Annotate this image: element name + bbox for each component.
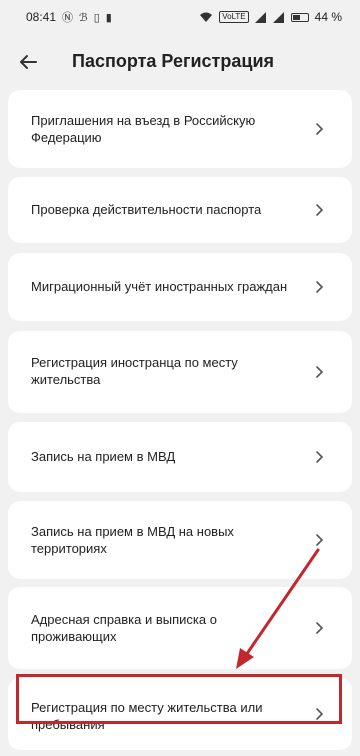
wifi-icon	[200, 12, 213, 22]
menu-item-label: Проверка действительности паспорта	[31, 202, 262, 217]
app-header: Паспорта Регистрация	[0, 34, 360, 90]
status-time: 08:41	[26, 10, 57, 24]
chevron-right-icon	[316, 281, 324, 293]
vibrate-icon: ▯	[93, 11, 100, 24]
chevron-right-icon	[316, 622, 324, 634]
menu-item-label: Запись на прием в МВД на новых территори…	[31, 524, 234, 556]
menu-item-migration-registration[interactable]: Миграционный учёт иностранных граждан	[8, 253, 352, 321]
battery-icon	[290, 12, 309, 22]
chevron-right-icon	[316, 366, 324, 378]
chevron-right-icon	[316, 123, 324, 135]
battery-percent: 44 %	[314, 10, 342, 24]
status-bar: 08:41 Ⓝ ℬ ▯ ▮ VoLTE 44 %	[0, 0, 360, 34]
chevron-right-icon	[316, 708, 324, 720]
menu-item-label: Запись на прием в МВД	[31, 449, 176, 464]
card-icon: ▮	[105, 11, 112, 24]
menu-item-label: Миграционный учёт иностранных граждан	[31, 279, 288, 294]
menu-item-mvd-appointment[interactable]: Запись на прием в МВД	[8, 422, 352, 492]
volte-badge: VoLTE	[219, 11, 249, 23]
menu-item-address-certificate[interactable]: Адресная справка и выписка о проживающих	[8, 587, 352, 669]
n-icon: Ⓝ	[62, 12, 74, 24]
page-title: Паспорта Регистрация	[72, 51, 275, 71]
menu-item-residence-registration[interactable]: Регистрация по месту жительства или преб…	[8, 678, 352, 750]
status-left: 08:41 Ⓝ ℬ ▯ ▮	[26, 9, 112, 25]
menu-item-mvd-appointment-new-territories[interactable]: Запись на прием в МВД на новых территори…	[8, 501, 352, 579]
signal-icon-2	[272, 11, 284, 23]
signal-icon	[254, 11, 266, 23]
menu-item-foreigner-registration[interactable]: Регистрация иностранца по месту жительст…	[8, 331, 352, 413]
arrow-left-icon	[20, 55, 37, 69]
menu-item-invitations[interactable]: Приглашения на въезд в Российскую Федера…	[8, 90, 352, 168]
menu-item-passport-check[interactable]: Проверка действительности паспорта	[8, 177, 352, 243]
menu-item-label: Приглашения на въезд в Российскую Федера…	[31, 113, 256, 145]
status-right: VoLTE 44 %	[199, 10, 342, 24]
menu-item-label: Адресная справка и выписка о проживающих	[31, 612, 217, 644]
b-icon: ℬ	[79, 11, 88, 24]
menu-item-label: Регистрация по месту жительства или преб…	[31, 700, 263, 732]
chevron-right-icon	[316, 204, 324, 216]
chevron-right-icon	[316, 534, 324, 546]
back-button[interactable]	[14, 48, 42, 76]
chevron-right-icon	[316, 451, 324, 463]
menu-item-label: Регистрация иностранца по месту жительст…	[31, 355, 238, 387]
